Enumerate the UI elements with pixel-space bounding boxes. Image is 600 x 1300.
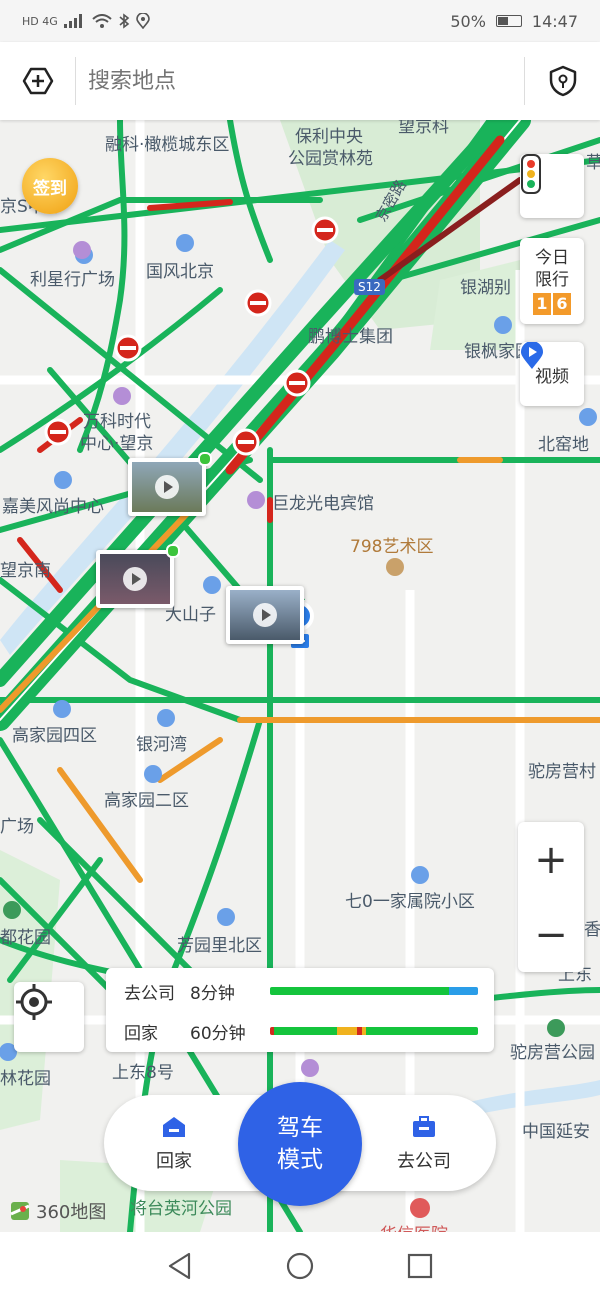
poi-label[interactable]: 嘉美风尚中心: [2, 492, 104, 517]
poi-label[interactable]: 国风北京: [146, 257, 214, 282]
poi-label[interactable]: 驼房营村: [528, 757, 596, 782]
restriction-digit: 6: [553, 293, 571, 315]
play-icon: [123, 567, 147, 591]
eta-time: 60分钟: [190, 1023, 246, 1044]
highway-shield: S12: [354, 279, 385, 295]
poi-label[interactable]: 七0一家属院小区: [345, 887, 475, 912]
eta-traffic-bar: [270, 1027, 478, 1035]
poi-label[interactable]: 林花园: [0, 1064, 51, 1089]
shield-location-icon: [549, 65, 576, 97]
location-status-icon: [135, 13, 150, 29]
go-home-label: 回家: [156, 1151, 192, 1172]
eta-traffic-bar: [270, 987, 478, 995]
poi-label[interactable]: 广场: [0, 812, 34, 837]
poi-label[interactable]: 望京科: [398, 120, 449, 137]
poi-label[interactable]: 巨龙光电宾馆: [272, 489, 374, 514]
live-dot: [198, 452, 212, 466]
bluetooth-icon: [119, 13, 130, 29]
status-bar: HD 4G 50% 14:47: [0, 0, 600, 42]
play-icon: [155, 475, 179, 499]
poi-label[interactable]: 鹏博士集团: [308, 322, 393, 347]
zoom-in-button[interactable]: +: [518, 822, 584, 897]
poi-label[interactable]: 香: [584, 915, 600, 940]
battery-percent: 50%: [450, 11, 486, 31]
poi-label[interactable]: 北窑地: [538, 430, 589, 455]
poi-label[interactable]: 中心·望京: [80, 429, 153, 454]
poi-label[interactable]: 草: [586, 148, 600, 173]
locate-me-button[interactable]: [14, 982, 84, 1052]
go-company-label: 去公司: [397, 1151, 451, 1172]
traffic-video-thumbnail[interactable]: [128, 452, 212, 516]
zoom-out-button[interactable]: −: [518, 897, 584, 972]
system-nav-bar: [0, 1232, 600, 1300]
eta-time: 8分钟: [190, 983, 235, 1004]
poi-label[interactable]: 融科·橄榄城东区: [105, 130, 229, 155]
clock: 14:47: [531, 11, 578, 31]
logo-text: 360地图: [36, 1202, 107, 1223]
poi-label[interactable]: 都花园: [0, 923, 51, 948]
poi-label[interactable]: 利星行广场: [30, 265, 115, 290]
poi-label[interactable]: 银湖别: [460, 273, 511, 298]
home-icon: [163, 1117, 185, 1137]
poi-label[interactable]: 将台英河公园: [130, 1194, 232, 1219]
drive-mode-label: 驾车: [277, 1115, 323, 1141]
app-logo: 360地图: [10, 1198, 106, 1224]
poi-label[interactable]: 高家园四区: [12, 721, 97, 746]
video-button[interactable]: 视频: [520, 342, 584, 406]
security-button[interactable]: [525, 42, 600, 120]
eta-bar-segment: [270, 987, 449, 995]
drive-mode-label: 模式: [277, 1147, 323, 1173]
signal-text: HD 4G: [22, 14, 58, 28]
drive-mode-button[interactable]: 驾车 模式: [238, 1082, 362, 1206]
search-input[interactable]: [76, 41, 524, 121]
eta-destination: 回家: [124, 1023, 158, 1044]
restriction-digit: 1: [533, 293, 551, 315]
sign-in-button[interactable]: 签到: [22, 158, 78, 214]
eta-row-company[interactable]: 去公司 8分钟: [124, 978, 478, 1004]
eta-destination: 去公司: [124, 983, 175, 1004]
briefcase-icon: [413, 1116, 435, 1137]
restriction-title: 今日: [535, 248, 569, 268]
traffic-light-icon: [521, 154, 541, 194]
eta-bar-segment: [336, 1027, 358, 1035]
poi-label[interactable]: 望京南: [0, 556, 51, 581]
recents-icon[interactable]: [407, 1253, 433, 1279]
search-bar: [0, 41, 600, 121]
go-home-button[interactable]: 回家: [129, 1115, 219, 1173]
traffic-toggle-button[interactable]: [520, 154, 584, 218]
eta-bar-segment: [365, 1027, 478, 1035]
video-pin-icon: [521, 342, 543, 369]
eta-bar-segment: [448, 987, 478, 995]
poi-label[interactable]: 上东8号: [112, 1058, 174, 1083]
add-place-button[interactable]: [0, 42, 75, 120]
traffic-video-thumbnail[interactable]: [226, 586, 304, 644]
poi-label[interactable]: 驼房营公园: [510, 1038, 595, 1063]
poi-label[interactable]: 中国延安: [522, 1117, 590, 1142]
go-company-button[interactable]: 去公司: [379, 1115, 469, 1173]
eta-row-home[interactable]: 回家 60分钟: [124, 1018, 478, 1044]
poi-label[interactable]: 华信医院: [380, 1220, 448, 1232]
back-icon[interactable]: [167, 1252, 193, 1280]
eta-bar-segment: [274, 1027, 337, 1035]
crosshair-icon: [16, 984, 52, 1020]
wifi-icon: [92, 14, 112, 28]
eta-card[interactable]: 去公司 8分钟 回家 60分钟: [106, 968, 494, 1052]
battery-icon: [495, 15, 522, 27]
hexagon-plus-icon: [22, 67, 53, 95]
traffic-video-thumbnail[interactable]: [96, 544, 180, 608]
poi-label[interactable]: 798艺术区: [350, 532, 433, 557]
poi-label[interactable]: 芳园里北区: [177, 931, 262, 956]
home-nav-icon[interactable]: [286, 1252, 314, 1280]
live-dot: [166, 544, 180, 558]
map-canvas[interactable]: 融科·橄榄城东区 保利中央 公园赏林苑 望京科 京S中心 京密路 利星行广场 国…: [0, 120, 600, 1232]
restriction-title: 限行: [535, 270, 569, 290]
signal-icon: [63, 14, 82, 28]
poi-label[interactable]: 高家园二区: [104, 786, 189, 811]
map-logo-icon: [10, 1202, 30, 1220]
poi-label[interactable]: 银河湾: [136, 730, 187, 755]
traffic-restriction-button[interactable]: 今日 限行 16: [520, 238, 584, 324]
poi-label[interactable]: 公园赏林苑: [288, 144, 373, 169]
play-icon: [253, 603, 277, 627]
zoom-control: + −: [518, 822, 584, 972]
